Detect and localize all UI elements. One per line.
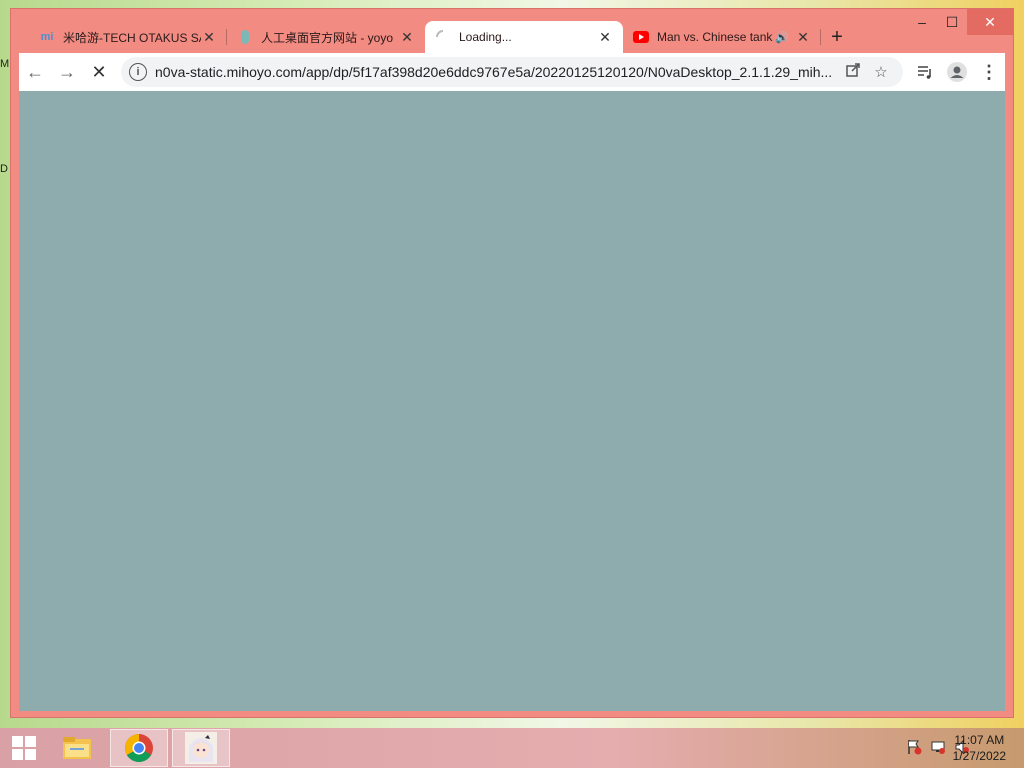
mihoyo-favicon-icon: mi — [40, 31, 54, 43]
browser-window: – ☐ ✕ mi 米哈游-TECH OTAKUS SA ✕ 人工桌面官方网站 -… — [10, 8, 1014, 718]
tab-loading[interactable]: Loading... ✕ — [425, 21, 623, 53]
tab-mihoyo[interactable]: mi 米哈游-TECH OTAKUS SA ✕ — [29, 21, 227, 53]
tab-title: 米哈游-TECH OTAKUS SA — [63, 30, 201, 45]
taskbar: 11:07 AM 1/27/2022 — [0, 728, 1024, 768]
window-controls: – ☐ ✕ — [907, 9, 1013, 35]
media-control-icon[interactable] — [909, 56, 941, 88]
close-window-button[interactable]: ✕ — [967, 9, 1013, 35]
desktop-icon-label-m: M — [0, 58, 10, 70]
folder-icon — [63, 737, 91, 759]
tab-youtube[interactable]: Man vs. Chinese tank 🔊 ✕ — [623, 21, 821, 53]
share-icon[interactable] — [839, 63, 867, 81]
youtube-favicon-icon — [633, 29, 649, 45]
anime-character-app-icon — [185, 732, 217, 764]
tab-close-icon[interactable]: ✕ — [795, 29, 811, 46]
tab-close-icon[interactable]: ✕ — [399, 29, 415, 46]
clock-time: 11:07 AM — [954, 733, 1005, 747]
tab-title: 人工桌面官方网站 - yoyo — [261, 30, 394, 45]
menu-kebab-icon[interactable]: ⋮ — [973, 56, 1005, 88]
tab-title: Loading... — [459, 30, 512, 44]
page-content-area[interactable] — [19, 91, 1005, 711]
speaker-icon[interactable]: 🔊 — [775, 31, 789, 44]
file-explorer-taskbar-button[interactable] — [48, 729, 106, 767]
desktop-icon-label-d: D — [0, 163, 8, 175]
tab-title: Man vs. Chinese tank — [657, 30, 773, 44]
action-center-flag-icon[interactable] — [906, 739, 922, 758]
chrome-taskbar-button[interactable] — [110, 729, 168, 767]
windows-logo-icon — [12, 736, 36, 760]
taskbar-clock[interactable]: 11:07 AM 1/27/2022 — [953, 732, 1006, 764]
tab-strip: mi 米哈游-TECH OTAKUS SA ✕ 人工桌面官方网站 - yoyo … — [29, 21, 913, 53]
tab-close-icon[interactable]: ✕ — [597, 29, 613, 46]
back-button[interactable]: ← — [19, 56, 51, 88]
site-info-icon[interactable]: i — [129, 63, 147, 81]
profile-avatar-icon[interactable] — [941, 56, 973, 88]
tab-close-icon[interactable]: ✕ — [201, 29, 217, 46]
n0va-desktop-taskbar-button[interactable] — [172, 729, 230, 767]
stop-loading-button[interactable]: ✕ — [83, 56, 115, 88]
chrome-icon — [125, 734, 153, 762]
loading-spinner-icon — [435, 29, 451, 45]
start-button[interactable] — [0, 728, 48, 768]
yoyo-favicon-icon — [237, 29, 253, 45]
url-text[interactable]: n0va-static.mihoyo.com/app/dp/5f17af398d… — [155, 64, 839, 80]
clock-date: 1/27/2022 — [952, 749, 1006, 763]
browser-toolbar: ← → ✕ i n0va-static.mihoyo.com/app/dp/5f… — [19, 53, 1005, 91]
forward-button[interactable]: → — [51, 56, 83, 88]
tab-yoyo[interactable]: 人工桌面官方网站 - yoyo ✕ — [227, 21, 425, 53]
new-tab-button[interactable]: + — [821, 21, 853, 53]
maximize-button[interactable]: ☐ — [937, 9, 967, 35]
network-icon[interactable] — [930, 739, 946, 758]
address-bar[interactable]: i n0va-static.mihoyo.com/app/dp/5f17af39… — [121, 57, 903, 87]
bookmark-star-icon[interactable]: ☆ — [867, 63, 895, 81]
